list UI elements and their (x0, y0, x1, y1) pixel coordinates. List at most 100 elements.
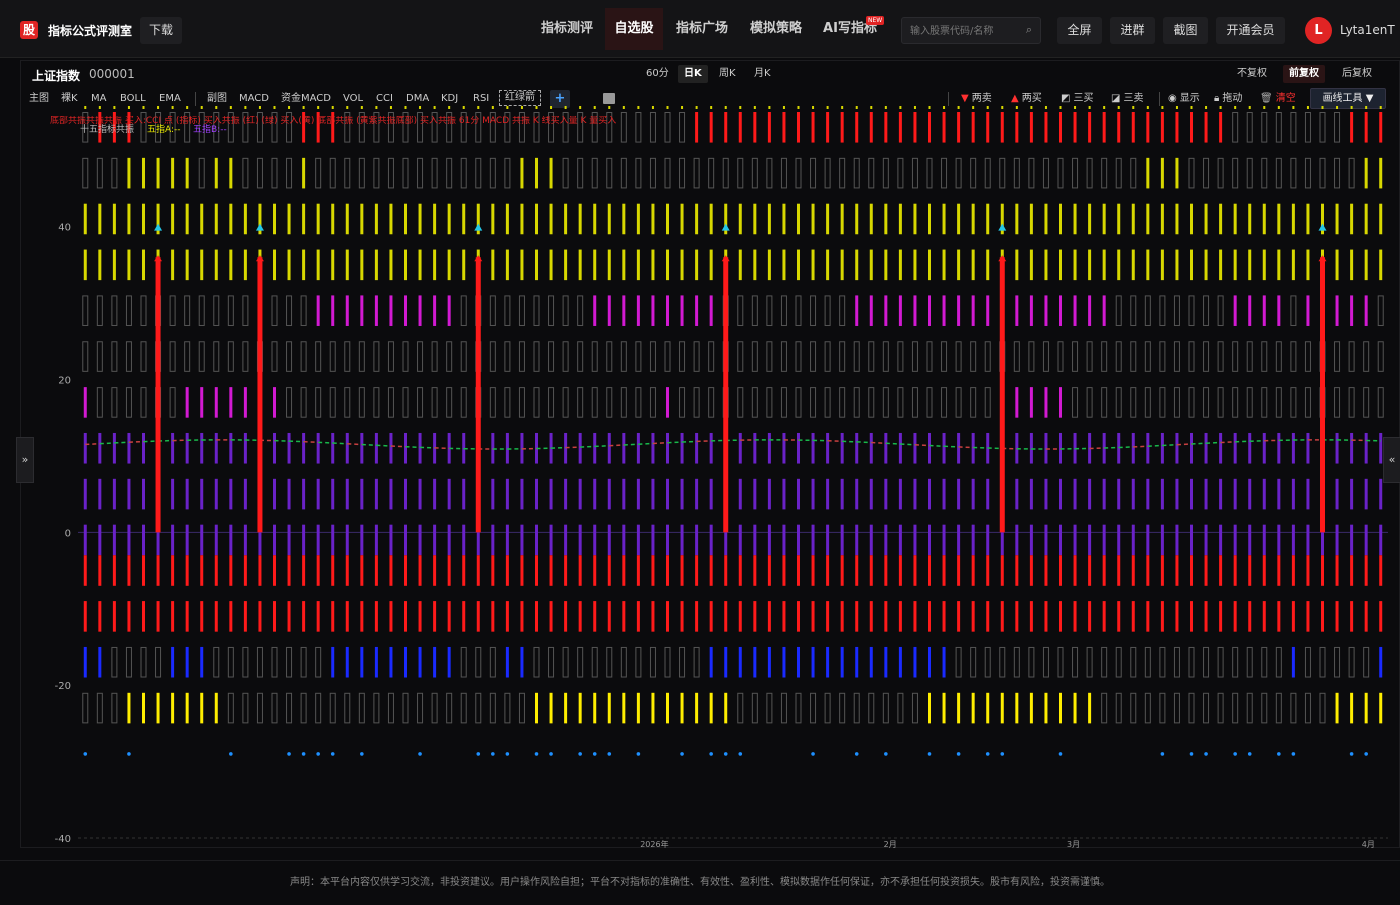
signal-bar (608, 433, 611, 464)
signal-bar (870, 647, 873, 678)
signal-bar (331, 479, 334, 510)
signal-bar-empty (1000, 647, 1005, 677)
signal-bar (1379, 250, 1382, 281)
signal-bar (782, 112, 785, 143)
signal-bar-empty (461, 647, 466, 677)
signal-bar (448, 525, 451, 556)
signal-bar (520, 250, 523, 281)
signal-bar (200, 204, 203, 235)
signal-bar-empty (287, 342, 292, 372)
signal-bar-empty (1043, 342, 1048, 372)
signal-bar-empty (1204, 693, 1209, 723)
signal-bar-empty (418, 342, 423, 372)
signal-bar (1336, 295, 1339, 326)
signal-bar (419, 525, 422, 556)
top-dot (1030, 106, 1032, 109)
signal-bar-empty (709, 342, 714, 372)
signal-bar (637, 525, 640, 556)
signal-bar-empty (898, 693, 903, 723)
signal-bar-empty (738, 693, 743, 723)
signal-bar (739, 555, 742, 586)
top-dot (157, 106, 159, 109)
signal-bar-empty (403, 388, 408, 418)
signal-bar (171, 250, 174, 281)
signal-bar (855, 555, 858, 586)
signal-bar (1263, 250, 1266, 281)
signal-bar (1190, 204, 1193, 235)
signal-bar (1306, 601, 1309, 632)
signal-bar (608, 601, 611, 632)
signal-bar-empty (1189, 647, 1194, 677)
signal-bar (884, 112, 887, 143)
signal-bar-empty (1233, 647, 1238, 677)
signal-bar-empty (1000, 158, 1005, 188)
signal-bar-empty (316, 342, 321, 372)
signal-bar (273, 525, 276, 556)
signal-bar-empty (607, 388, 612, 418)
signal-bar (666, 250, 669, 281)
top-dot (987, 106, 989, 109)
signal-bar (1088, 112, 1091, 143)
top-dot (856, 106, 858, 109)
trend-line (566, 447, 581, 448)
signal-bar-empty (854, 388, 859, 418)
y-tick-label: -40 (55, 834, 71, 845)
signal-bar (1219, 204, 1222, 235)
top-dot (99, 106, 101, 109)
signal-bar (986, 525, 989, 556)
signal-bar-empty (1189, 296, 1194, 326)
signal-bar (651, 601, 654, 632)
signal-bar (404, 204, 407, 235)
signal-bar-empty (243, 158, 248, 188)
signal-bar (200, 479, 203, 510)
signal-bar-empty (1058, 647, 1063, 677)
signal-bar (1074, 479, 1077, 510)
signal-bar-empty (1291, 388, 1296, 418)
signal-bar (710, 295, 713, 326)
signal-bar (520, 647, 523, 678)
signal-dot (1190, 752, 1194, 756)
signal-bar (84, 601, 87, 632)
signal-bar (288, 204, 291, 235)
signal-bar (724, 601, 727, 632)
signal-bar-empty (723, 158, 728, 188)
signal-bar (1292, 479, 1295, 510)
signal-bar-empty (301, 388, 306, 418)
signal-dot (738, 752, 742, 756)
signal-bar (1030, 479, 1033, 510)
signal-bar-empty (112, 388, 117, 418)
signal-bar (1219, 112, 1222, 143)
signal-bar-empty (388, 388, 393, 418)
signal-bar-empty (1233, 388, 1238, 418)
signal-bar (1292, 525, 1295, 556)
top-dot (710, 106, 712, 109)
signal-bar (375, 433, 378, 464)
signal-bar (550, 204, 553, 235)
signal-bar (1103, 295, 1106, 326)
signal-bar (389, 525, 392, 556)
signal-bar-empty (971, 158, 976, 188)
signal-bar-empty (1043, 647, 1048, 677)
signal-bar (812, 112, 815, 143)
signal-bar (491, 479, 494, 510)
signal-bar (913, 555, 916, 586)
signal-bar (1365, 158, 1368, 189)
signal-bar (1088, 693, 1091, 724)
signal-dot (1000, 752, 1004, 756)
signal-bar-empty (359, 342, 364, 372)
signal-bar-empty (97, 158, 102, 188)
signal-bar-empty (1218, 388, 1223, 418)
signal-bar-empty (1174, 647, 1179, 677)
signal-bar (884, 647, 887, 678)
signal-bar-empty (1102, 388, 1107, 418)
top-dot (317, 106, 319, 109)
signal-bar-empty (1218, 342, 1223, 372)
signal-bar-empty (359, 158, 364, 188)
signal-bar (1190, 555, 1193, 586)
signal-bar (1321, 601, 1324, 632)
signal-bar-empty (476, 158, 481, 188)
legend-five-a: 五指A:-- (147, 125, 181, 135)
signal-bar-empty (1204, 342, 1209, 372)
signal-bar-empty (345, 342, 350, 372)
signal-bar-empty (898, 342, 903, 372)
